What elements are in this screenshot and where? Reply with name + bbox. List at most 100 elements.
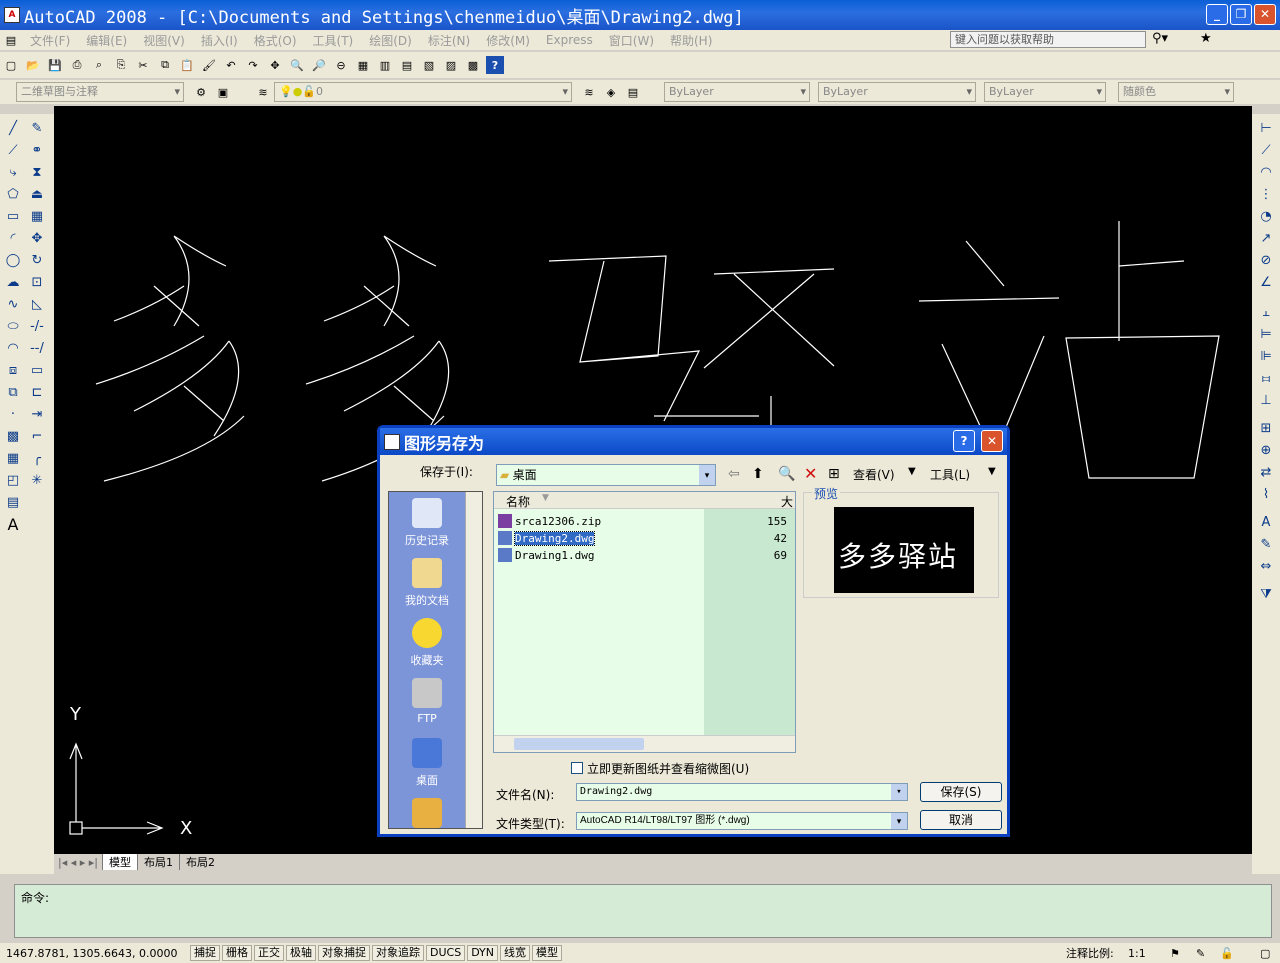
dyn-toggle[interactable]: DYN xyxy=(467,945,499,961)
place-my-documents[interactable]: 我的文档 xyxy=(389,558,465,608)
zoom-realtime-icon[interactable]: 🔍 xyxy=(288,56,306,74)
menu-file[interactable]: 文件(F) xyxy=(22,32,78,49)
save-icon[interactable]: 💾 xyxy=(46,56,64,74)
dialog-help-button[interactable]: ? xyxy=(953,430,975,452)
lineweight-toggle[interactable]: 线宽 xyxy=(500,945,531,961)
delete-icon[interactable]: ✕ xyxy=(804,464,817,483)
tab-model[interactable]: 模型 xyxy=(102,854,137,870)
dim-update-icon[interactable]: ⇔ xyxy=(1257,558,1275,576)
file-list-scrollbar[interactable] xyxy=(494,735,795,752)
dialog-close-button[interactable]: ✕ xyxy=(981,430,1003,452)
command-window[interactable]: 命令: xyxy=(14,884,1272,938)
coordinates-readout[interactable]: 1467.8781, 1305.6643, 0.0000 xyxy=(0,947,190,960)
publish-icon[interactable]: ⎘ xyxy=(112,56,130,74)
menu-view[interactable]: 视图(V) xyxy=(135,32,193,49)
document-icon[interactable]: ▤ xyxy=(2,31,20,49)
model-toggle[interactable]: 模型 xyxy=(532,945,563,961)
calculator-icon[interactable]: ▩ xyxy=(464,56,482,74)
arc-icon[interactable]: ◜ xyxy=(4,230,22,248)
toolbar-lock-icon[interactable]: 🔓 xyxy=(1220,947,1234,960)
search-web-icon[interactable]: 🔍 xyxy=(778,466,795,482)
file-row[interactable]: Drawing1.dwg 69 xyxy=(498,547,793,563)
menu-express[interactable]: Express xyxy=(538,33,601,47)
diameter-icon[interactable]: ⊘ xyxy=(1257,252,1275,270)
join-icon[interactable]: ⇥ xyxy=(28,406,46,424)
hatch-icon[interactable]: ▩ xyxy=(4,428,22,446)
quick-dimension-icon[interactable]: ⫠ xyxy=(1257,304,1275,322)
design-center-icon[interactable]: ▥ xyxy=(376,56,394,74)
ordinate-icon[interactable]: ⋮ xyxy=(1257,186,1275,204)
save-in-select[interactable]: ▰ 桌面 ▾ xyxy=(496,464,716,486)
rotate-icon[interactable]: ↻ xyxy=(28,252,46,270)
break-at-point-icon[interactable]: ▭ xyxy=(28,362,46,380)
color-select[interactable]: ByLayer xyxy=(664,82,810,102)
radius-icon[interactable]: ◔ xyxy=(1257,208,1275,226)
filename-input[interactable]: Drawing2.dwg ▾ xyxy=(576,783,908,801)
multiline-text-icon[interactable]: A xyxy=(4,516,22,534)
polygon-icon[interactable]: ⬠ xyxy=(4,186,22,204)
table-icon[interactable]: ▤ xyxy=(4,494,22,512)
move-icon[interactable]: ✥ xyxy=(28,230,46,248)
break-icon[interactable]: ⊏ xyxy=(28,384,46,402)
dim-space-icon[interactable]: ⧦ xyxy=(1257,370,1275,388)
restore-button[interactable]: ❐ xyxy=(1230,4,1252,25)
workspace-icon[interactable]: ▣ xyxy=(214,83,232,101)
cancel-button[interactable]: 取消 xyxy=(920,810,1002,830)
copy-icon[interactable]: ⧉ xyxy=(156,56,174,74)
polar-toggle[interactable]: 极轴 xyxy=(286,945,316,961)
views-dropdown-icon[interactable]: ▼ xyxy=(908,466,916,477)
menu-edit[interactable]: 编辑(E) xyxy=(78,32,135,49)
properties-icon[interactable]: ▦ xyxy=(354,56,372,74)
paste-icon[interactable]: 📋 xyxy=(178,56,196,74)
polyline-icon[interactable]: ⤷ xyxy=(4,164,22,182)
close-button[interactable]: ✕ xyxy=(1254,4,1276,25)
help-search-input[interactable]: 键入问题以获取帮助 xyxy=(950,31,1146,48)
arc-length-icon[interactable]: ◠ xyxy=(1257,164,1275,182)
up-folder-icon[interactable]: ⬆ xyxy=(752,466,764,482)
file-row-selected[interactable]: Drawing2.dwg 42 xyxy=(498,530,793,546)
menu-modify[interactable]: 修改(M) xyxy=(478,32,538,49)
column-size[interactable]: 大 xyxy=(781,493,793,510)
layer-manager-icon[interactable]: ≋ xyxy=(254,83,272,101)
line-icon[interactable]: ╱ xyxy=(4,120,22,138)
menu-window[interactable]: 窗口(W) xyxy=(601,32,662,49)
open-icon[interactable]: 📂 xyxy=(24,56,42,74)
place-favorites[interactable]: 收藏夹 xyxy=(389,618,465,668)
linear-dimension-icon[interactable]: ⊢ xyxy=(1257,120,1275,138)
annotation-visibility-icon[interactable]: ⚑ xyxy=(1170,947,1180,960)
match-properties-icon[interactable]: 🖌 xyxy=(200,56,218,74)
circle-icon[interactable]: ◯ xyxy=(4,252,22,270)
place-more[interactable] xyxy=(389,798,465,828)
tools-dropdown-icon[interactable]: ▼ xyxy=(988,466,996,477)
point-icon[interactable]: · xyxy=(4,406,22,424)
ortho-toggle[interactable]: 正交 xyxy=(254,945,284,961)
views-menu[interactable]: 查看(V) xyxy=(853,466,895,483)
update-thumbnail-checkbox[interactable] xyxy=(571,762,583,774)
extend-icon[interactable]: --/ xyxy=(28,340,46,358)
erase-icon[interactable]: ✎ xyxy=(28,120,46,138)
construction-line-icon[interactable]: ⟋ xyxy=(4,142,22,160)
insert-block-icon[interactable]: ⧈ xyxy=(4,362,22,380)
place-ftp[interactable]: FTP xyxy=(389,678,465,725)
favorites-star-icon[interactable]: ★ xyxy=(1200,31,1212,46)
scroll-thumb[interactable] xyxy=(514,738,644,750)
sheet-set-icon[interactable]: ▧ xyxy=(420,56,438,74)
continue-icon[interactable]: ⊫ xyxy=(1257,348,1275,366)
angular-icon[interactable]: ∠ xyxy=(1257,274,1275,292)
dim-text-edit-icon[interactable]: ✎ xyxy=(1257,536,1275,554)
help-icon[interactable]: ? xyxy=(486,56,504,74)
file-row[interactable]: srca12306.zip 155 xyxy=(498,513,793,529)
trim-icon[interactable]: -/- xyxy=(28,318,46,336)
lineweight-select[interactable]: ByLayer xyxy=(984,82,1106,102)
zoom-previous-icon[interactable]: ⊖ xyxy=(332,56,350,74)
array-icon[interactable]: ▦ xyxy=(28,208,46,226)
new-icon[interactable]: ▢ xyxy=(2,56,20,74)
baseline-icon[interactable]: ⊨ xyxy=(1257,326,1275,344)
tab-layout2[interactable]: 布局2 xyxy=(179,854,221,870)
dim-style-icon[interactable]: ⧩ xyxy=(1257,586,1275,604)
tab-layout1[interactable]: 布局1 xyxy=(137,854,179,870)
menu-dimension[interactable]: 标注(N) xyxy=(420,32,478,49)
tools-menu[interactable]: 工具(L) xyxy=(930,466,970,483)
grid-toggle[interactable]: 栅格 xyxy=(222,945,252,961)
zoom-window-icon[interactable]: 🔎 xyxy=(310,56,328,74)
